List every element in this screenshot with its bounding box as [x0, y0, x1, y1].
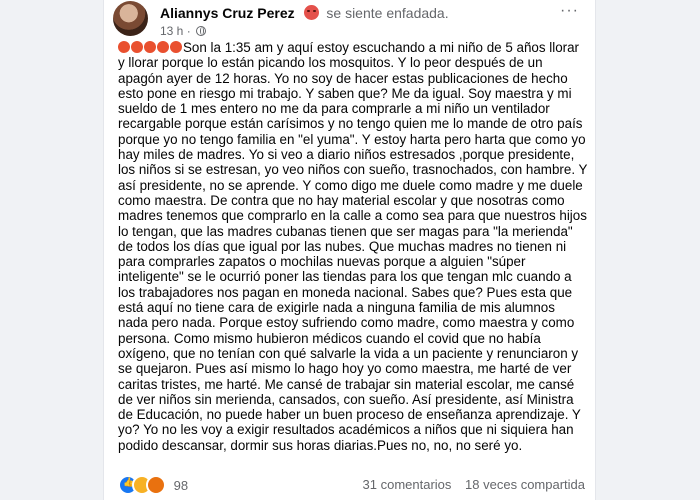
comments-link[interactable]: 31 comentarios: [363, 477, 452, 492]
shares-link[interactable]: 18 veces compartida: [465, 477, 585, 492]
post-meta: 13 h ·: [160, 24, 207, 38]
angry-emoji-icon: [157, 41, 169, 53]
post-time[interactable]: 13 h: [160, 24, 183, 38]
angry-emoji-icon: [131, 41, 143, 53]
angry-emoji-row: [118, 40, 183, 55]
angry-emoji-icon: [144, 41, 156, 53]
post-stats: 31 comentarios 18 veces compartida: [353, 477, 585, 492]
globe-icon: [196, 26, 207, 36]
post-text: Son la 1:35 am y aquí estoy escuchando a…: [118, 40, 588, 453]
post-footer: 98 31 comentarios 18 veces compartida: [118, 475, 585, 495]
angry-emoji-icon: [170, 41, 182, 53]
post-header: Aliannys Cruz Perez se siente enfadada.: [160, 5, 449, 21]
feeling-text: se siente enfadada.: [326, 5, 449, 21]
author-name[interactable]: Aliannys Cruz Perez: [160, 5, 295, 21]
post-body: Son la 1:35 am y aquí estoy escuchando a…: [118, 40, 588, 453]
post-card: Aliannys Cruz Perez se siente enfadada. …: [103, 0, 596, 500]
more-options-icon[interactable]: ···: [560, 2, 579, 20]
angry-face-icon: [303, 5, 319, 20]
angry-reaction-icon: [146, 475, 166, 495]
reaction-count: 98: [173, 477, 189, 493]
reaction-summary[interactable]: 98: [118, 475, 188, 495]
angry-emoji-icon: [118, 41, 130, 53]
avatar[interactable]: [113, 1, 148, 36]
